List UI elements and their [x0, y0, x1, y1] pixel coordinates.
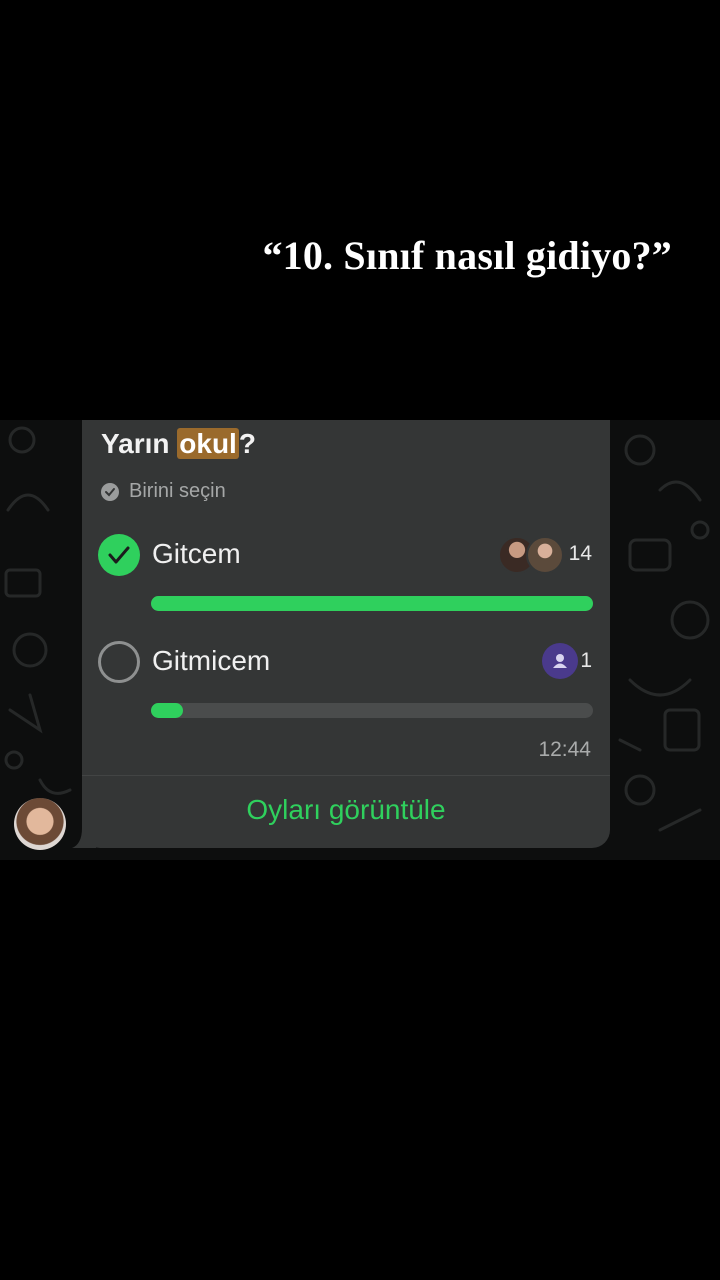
vote-bar-fill [151, 596, 593, 611]
option-label: Gitcem [152, 538, 241, 569]
option-label: Gitmicem [152, 645, 271, 676]
divider [82, 775, 610, 776]
poll-option-gitmicem[interactable]: Gitmicem 1 [98, 641, 594, 721]
vote-count: 1 [580, 649, 592, 672]
check-circle-icon [101, 482, 119, 501]
vote-count: 14 [568, 542, 592, 565]
checkmark-circle-icon[interactable] [98, 534, 140, 576]
poll-option-gitcem[interactable]: Gitcem 14 [98, 534, 594, 614]
question-text-end: ? [238, 428, 256, 459]
chat-screenshot: Yarın okul? Birini seçin Gitcem 14 Gitmi… [0, 420, 720, 860]
question-highlight: okul [177, 428, 239, 459]
poll-subtitle: Birini seçin [101, 480, 226, 503]
poll-question: Yarın okul? [101, 428, 256, 460]
voter-avatars[interactable] [498, 536, 564, 574]
bubble-tail [72, 828, 96, 848]
vote-bar-track [151, 703, 593, 718]
view-votes-button[interactable]: Oyları görüntüle [82, 794, 610, 826]
sender-avatar[interactable] [14, 798, 66, 850]
vote-bar-fill [151, 703, 183, 718]
vote-bar-track [151, 596, 593, 611]
subtitle-label: Birini seçin [129, 480, 226, 502]
empty-circle-icon[interactable] [98, 641, 140, 683]
poll-message-bubble: Yarın okul? Birini seçin Gitcem 14 Gitmi… [82, 420, 610, 848]
voter-avatar [526, 536, 564, 574]
caption-text: “10. Sınıf nasıl gidiyo?” [262, 233, 672, 278]
person-icon[interactable] [542, 643, 578, 679]
question-text-start: Yarın [101, 428, 178, 459]
message-time: 12:44 [538, 738, 591, 761]
